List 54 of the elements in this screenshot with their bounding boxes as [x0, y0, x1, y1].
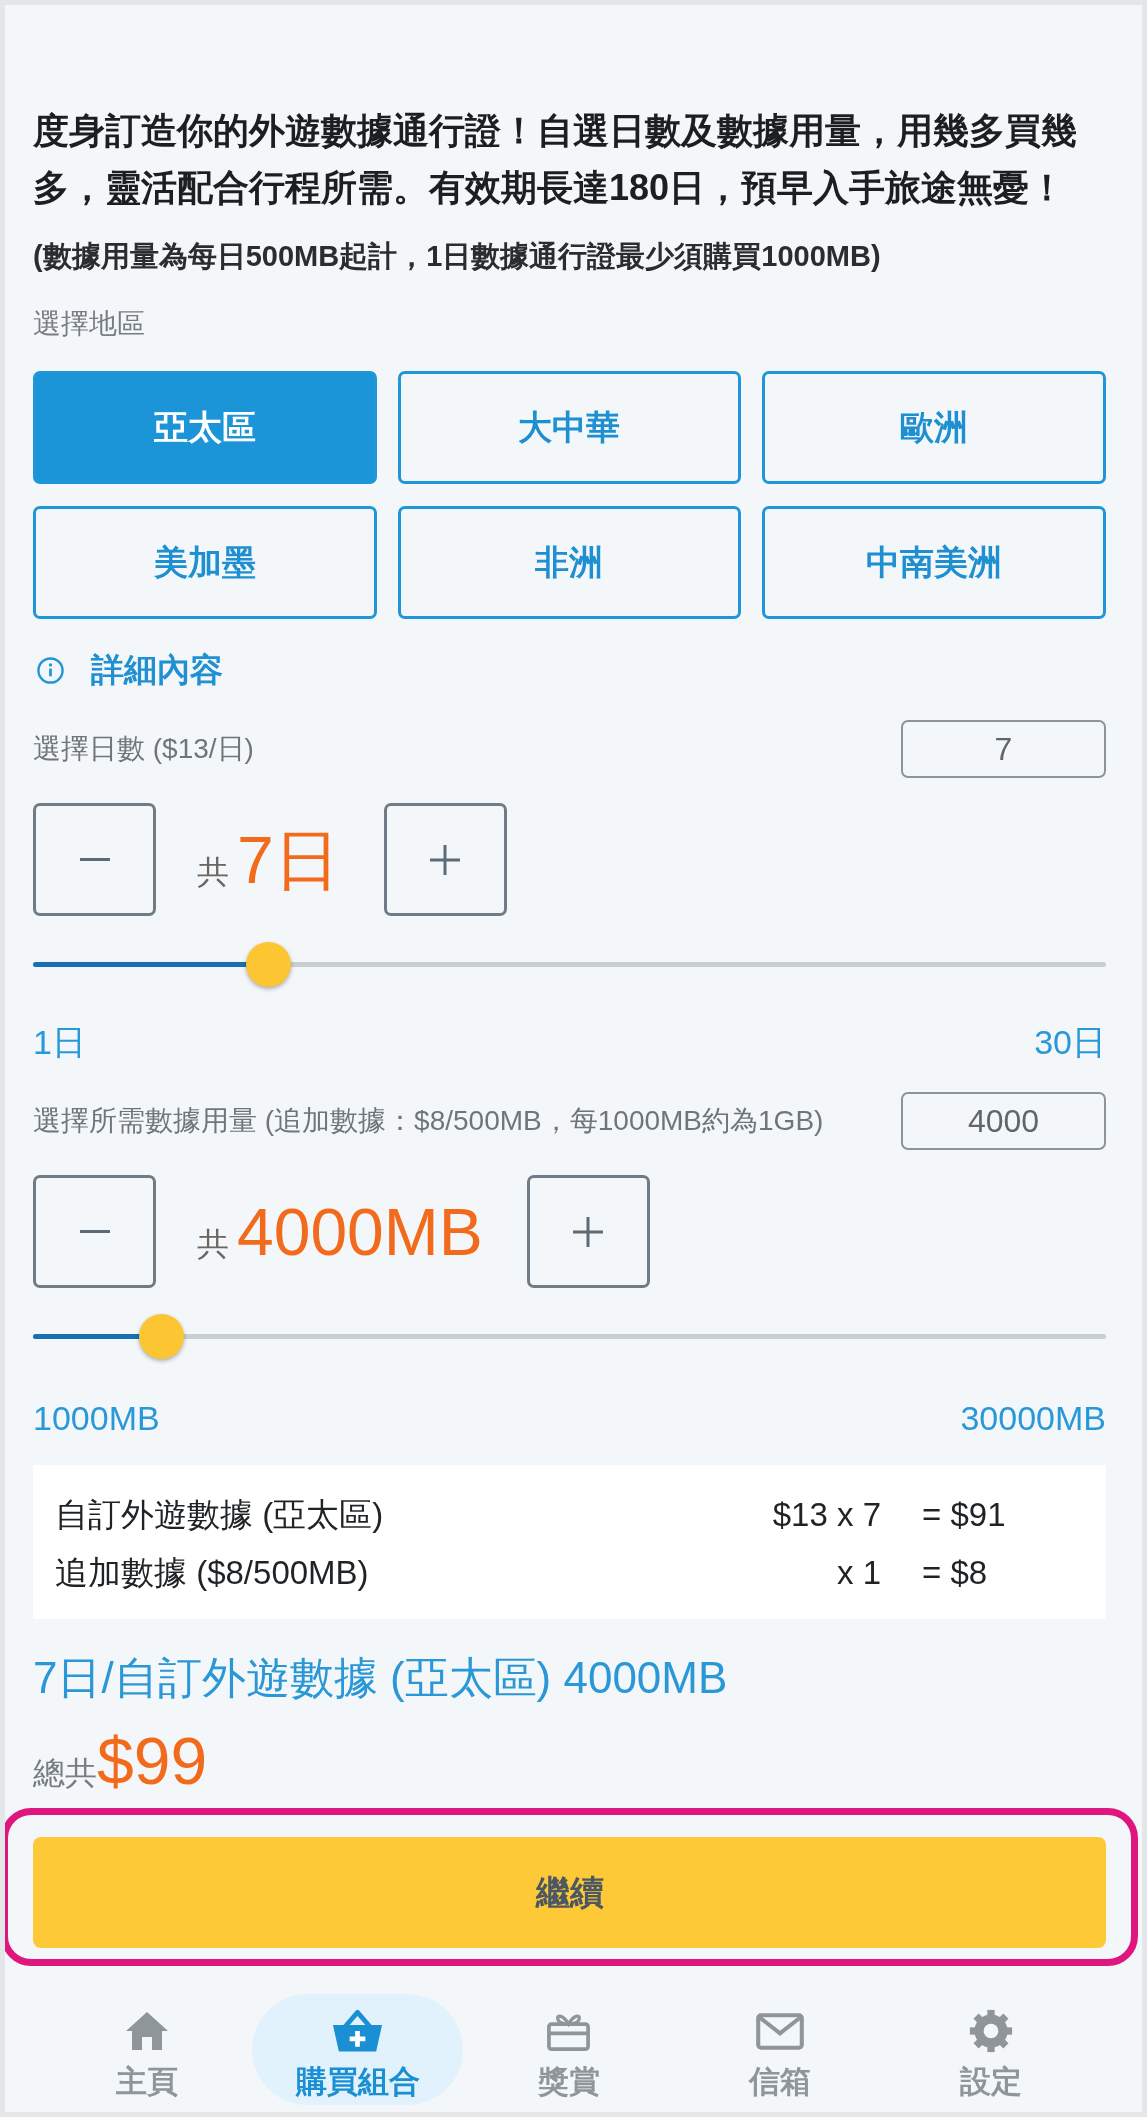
details-link[interactable]: 詳細內容	[91, 650, 223, 690]
plan-title: 7日/自訂外遊數據 (亞太區) 4000MB	[33, 1653, 729, 1703]
field-label: 選擇所需數據用量 (追加數據：$8/500MB，每1000MB約為1GB)	[33, 1104, 824, 1138]
increase-button[interactable]	[526, 1175, 650, 1288]
line-item-amount: = $8	[922, 1553, 989, 1594]
total-label: 總共	[33, 1754, 97, 1793]
decrease-button[interactable]	[33, 803, 156, 916]
nav-tab[interactable]: 購買組合	[252, 1994, 463, 2105]
region-option[interactable]: 中南美洲	[762, 506, 1106, 619]
number-input-field[interactable]: 7	[901, 720, 1106, 778]
intro-text: 度身訂造你的外遊數據通行證！自選日數及數據用量，用幾多買幾多，靈活配合行程所需。有效期長達180日，預早入手旅途無憂！	[33, 109, 1078, 210]
info-icon	[37, 656, 64, 684]
range-max-label: 30日	[1034, 1022, 1106, 1062]
number-input-field[interactable]: 4000	[901, 1092, 1106, 1150]
envelope-icon	[755, 2012, 804, 2050]
decrease-button[interactable]	[33, 1175, 156, 1288]
line-item-label: 追加數據 ($8/500MB)	[55, 1553, 370, 1594]
total-amount: 7日	[237, 823, 340, 896]
section-label: 選擇地區	[33, 307, 146, 341]
basket-icon	[332, 2009, 383, 2053]
range-slider[interactable]	[33, 942, 1106, 987]
total-prefix: 共	[197, 852, 229, 892]
plus-icon	[430, 844, 461, 875]
line-item-quantity: x 1	[836, 1553, 881, 1594]
slider-thumb[interactable]	[138, 1314, 184, 1359]
nav-tab[interactable]: 獎賞	[463, 1994, 674, 2105]
region-option[interactable]: 美加墨	[33, 506, 377, 619]
slider-thumb[interactable]	[245, 942, 291, 987]
settings-icon	[968, 2009, 1013, 2053]
nav-tab[interactable]: 設定	[885, 1994, 1096, 2105]
minus-icon	[79, 1230, 110, 1233]
region-option[interactable]: 大中華	[397, 371, 742, 484]
line-item-quantity: $13 x 7	[772, 1495, 881, 1536]
minus-icon	[79, 858, 110, 861]
line-item-amount: = $91	[922, 1495, 1007, 1536]
range-min-label: 1000MB	[33, 1398, 160, 1438]
region-option[interactable]: 非洲	[397, 506, 742, 619]
range-slider[interactable]	[33, 1314, 1106, 1359]
region-option[interactable]: 歐洲	[762, 371, 1106, 484]
increase-button[interactable]	[383, 803, 507, 916]
line-item-label: 自訂外遊數據 (亞太區)	[55, 1495, 385, 1536]
range-max-label: 30000MB	[960, 1398, 1106, 1438]
total-price: $99	[97, 1729, 208, 1793]
note-text: (數據用量為每日500MB起計，1日數據通行證最少須購買1000MB)	[33, 239, 882, 274]
home-icon	[124, 2011, 169, 2051]
total-prefix: 共	[197, 1224, 229, 1264]
continue-button[interactable]: 繼續	[33, 1837, 1106, 1948]
nav-tab[interactable]: 信箱	[674, 1994, 885, 2105]
total-amount: 4000MB	[237, 1195, 483, 1268]
field-label: 選擇日數 ($13/日)	[33, 732, 254, 766]
region-option[interactable]: 亞太區	[33, 371, 377, 484]
range-min-label: 1日	[33, 1022, 86, 1062]
nav-tab[interactable]: 主頁	[41, 1994, 252, 2105]
plus-icon	[573, 1216, 604, 1247]
